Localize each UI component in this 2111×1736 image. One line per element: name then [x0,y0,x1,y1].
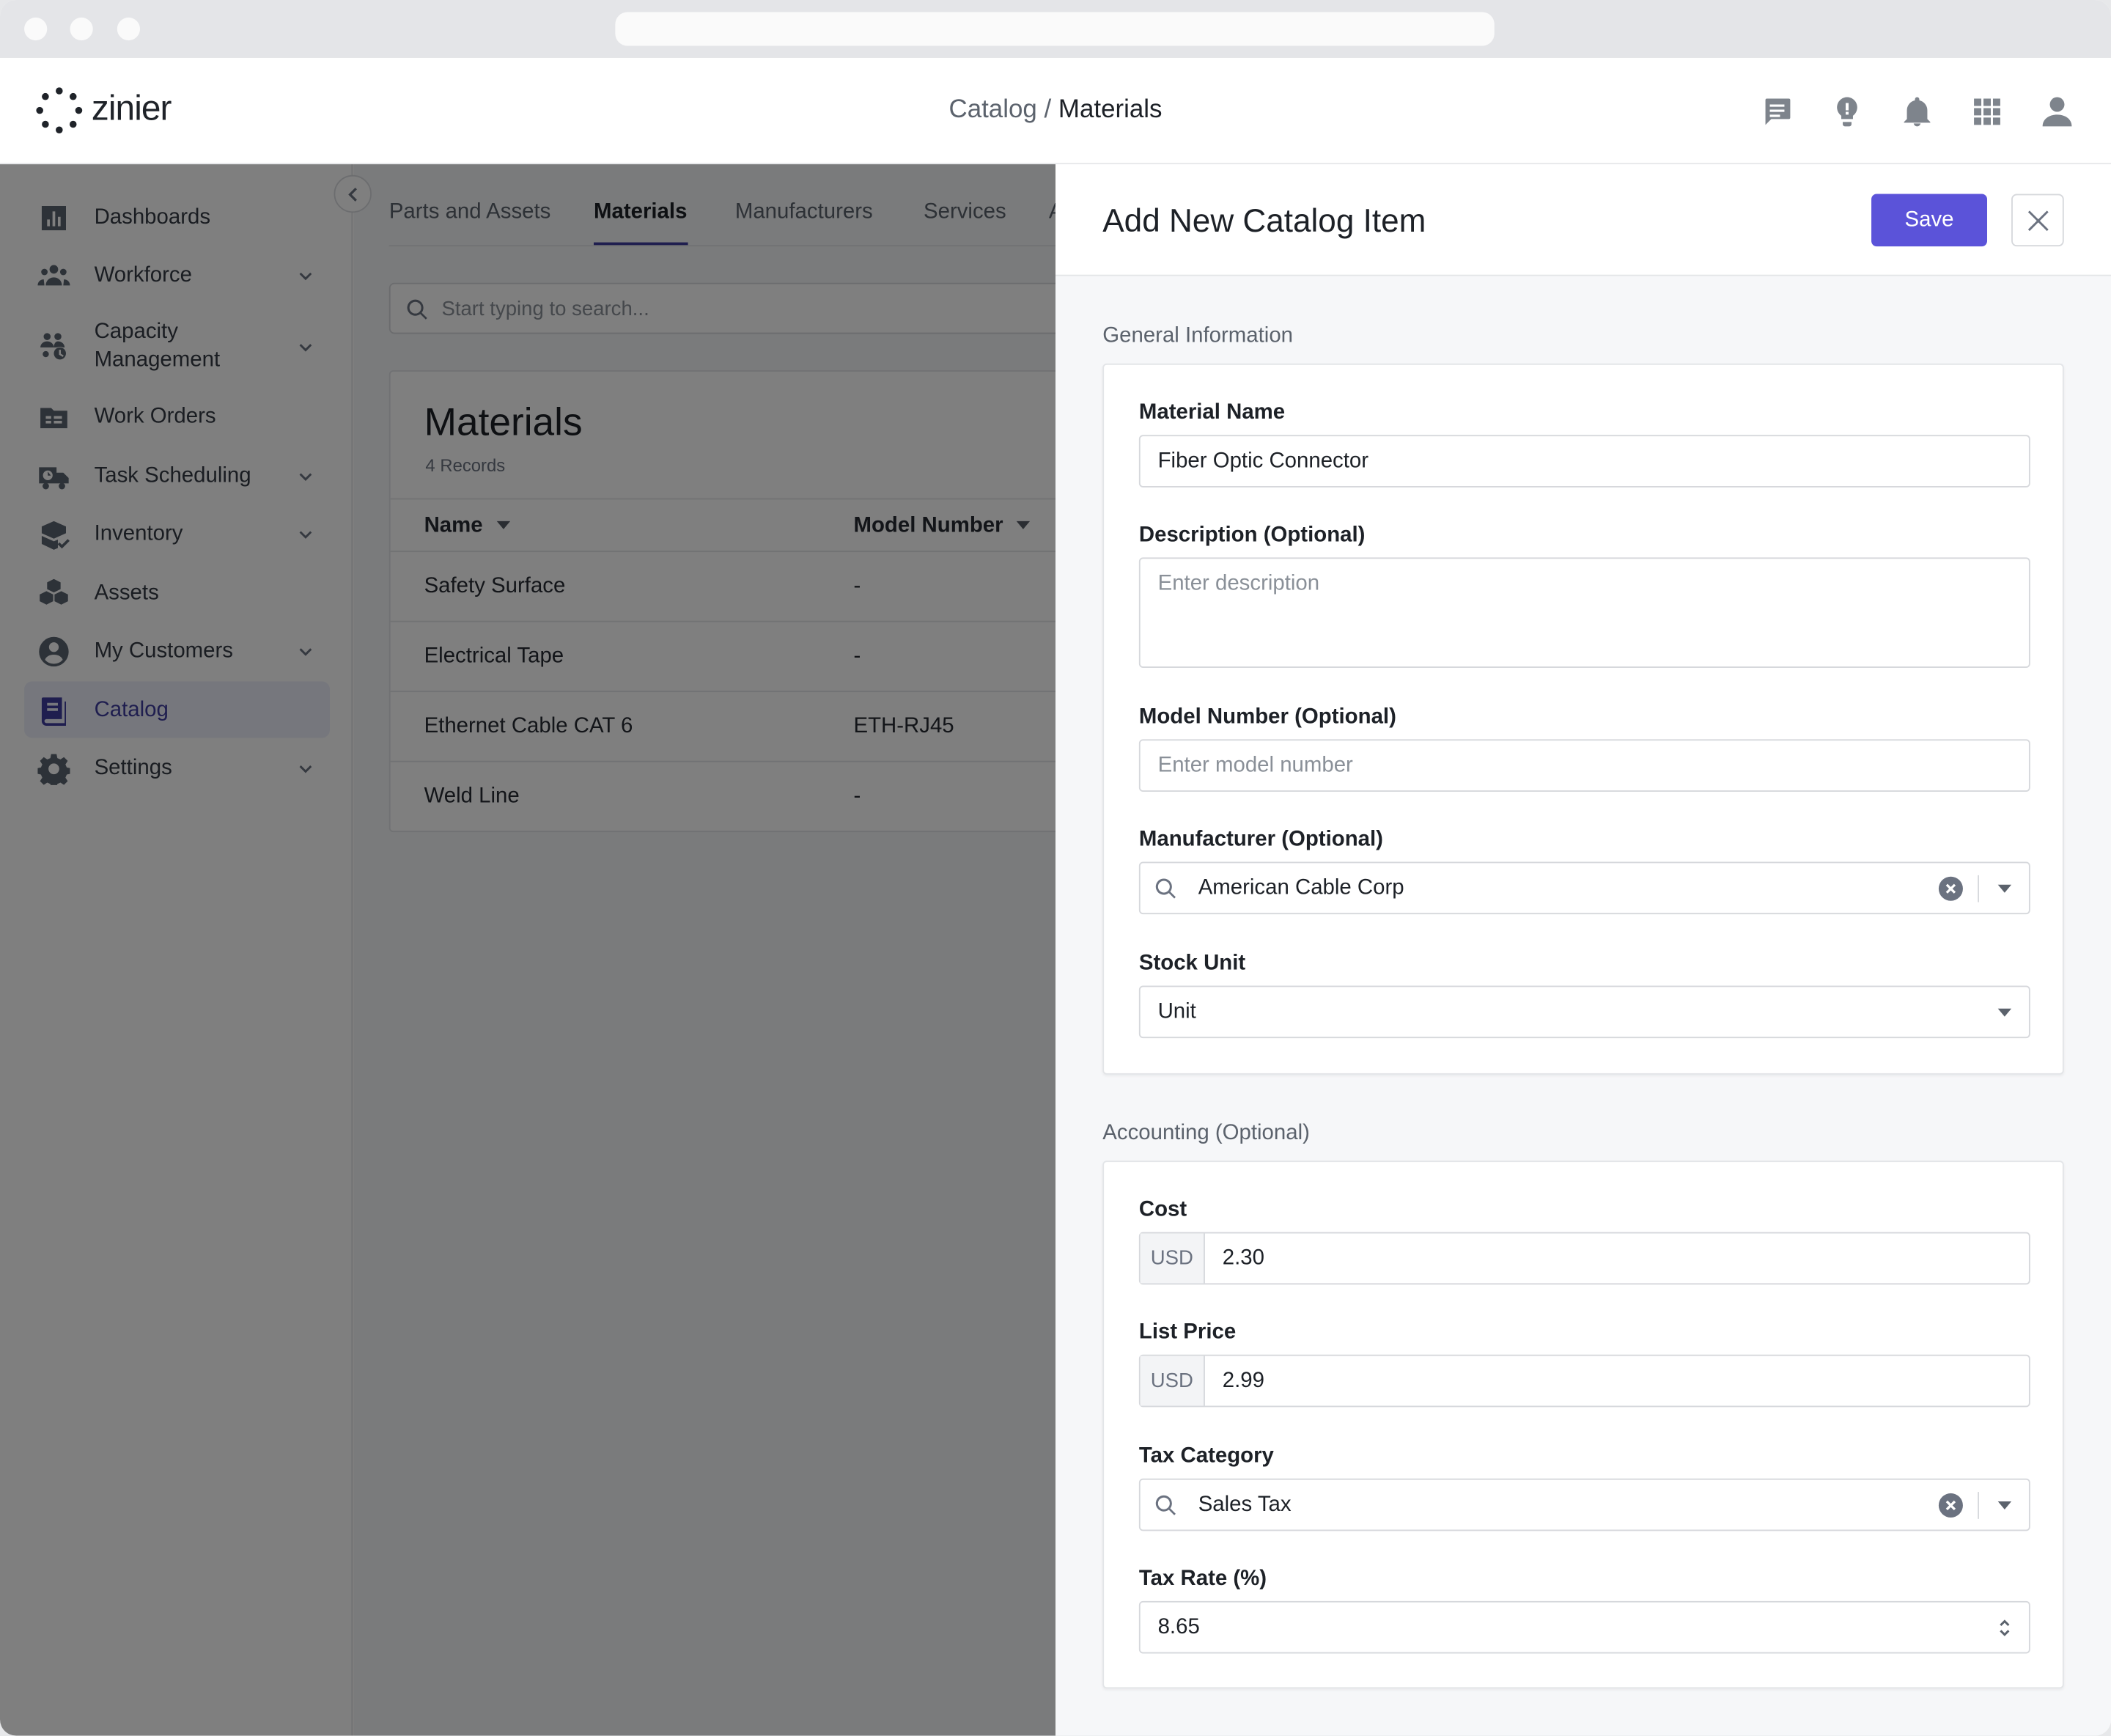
currency-prefix: USD [1140,1233,1205,1284]
tax-rate-value: 8.65 [1157,1616,1200,1639]
top-header: zinier Catalog / Materials [0,57,2111,165]
description-placeholder: Enter description [1157,572,1320,595]
tax-category-label: Tax Category [1138,1444,1274,1468]
tax-category-value: Sales Tax [1198,1493,1292,1517]
description-textarea[interactable]: Enter description [1138,557,2030,669]
cost-value: 2.30 [1222,1246,1264,1270]
modal-backdrop[interactable] [0,164,1056,1736]
model-number-field[interactable]: Enter model number [1138,739,2030,792]
app-window: zinier Catalog / Materials Dashboards Wo… [0,0,2111,1736]
currency-prefix: USD [1140,1356,1205,1406]
clear-icon[interactable] [1938,876,1963,901]
material-name-value: Fiber Optic Connector [1157,449,1369,473]
general-information-panel: Material Name Fiber Optic Connector Desc… [1102,363,2064,1075]
stock-unit-value: Unit [1157,1000,1196,1023]
close-button[interactable] [2011,194,2064,247]
accounting-panel: Cost USD 2.30 List Price USD 2.99 Tax Ca… [1102,1161,2064,1689]
model-number-placeholder: Enter model number [1157,754,1353,777]
apps-grid-icon[interactable] [1970,95,2005,130]
section-title-general: General Information [1102,324,1294,347]
close-icon [2027,210,2049,232]
chat-icon[interactable] [1760,95,1795,130]
cost-field[interactable]: USD 2.30 [1138,1232,2030,1285]
bell-icon[interactable] [1900,95,1935,130]
stock-unit-select[interactable]: Unit [1138,985,2030,1039]
breadcrumb-parent[interactable]: Catalog [948,95,1036,124]
drawer-title: Add New Catalog Item [1102,203,1426,240]
manufacturer-label: Manufacturer (Optional) [1138,828,1383,851]
stepper-icon[interactable] [1997,1617,2013,1638]
save-button[interactable]: Save [1871,194,1988,247]
manufacturer-select[interactable]: American Cable Corp [1138,861,2030,915]
model-number-label: Model Number (Optional) [1138,705,1396,729]
cost-label: Cost [1138,1198,1187,1221]
breadcrumb-separator: / [1036,95,1058,124]
drawer-header: Add New Catalog Item Save [1055,164,2111,276]
manufacturer-value: American Cable Corp [1198,876,1404,900]
stock-unit-label: Stock Unit [1138,952,1246,975]
divider [1978,1492,1979,1519]
url-bar[interactable] [615,12,1495,46]
dropdown-caret-icon[interactable] [1997,1008,2012,1017]
search-icon [1155,1495,1176,1515]
dropdown-caret-icon[interactable] [1997,884,2012,893]
user-icon[interactable] [2040,95,2075,130]
clear-icon[interactable] [1938,1493,1963,1518]
tax-category-select[interactable]: Sales Tax [1138,1478,2030,1531]
divider [1978,875,1979,902]
tax-rate-field[interactable]: 8.65 [1138,1600,2030,1654]
list-price-label: List Price [1138,1320,1237,1345]
window-minimize-dot[interactable] [70,17,93,41]
list-price-field[interactable]: USD 2.99 [1138,1354,2030,1408]
tax-rate-label: Tax Rate (%) [1138,1567,1267,1591]
material-name-field[interactable]: Fiber Optic Connector [1138,435,2030,488]
window-close-dot[interactable] [24,17,48,41]
window-maximize-dot[interactable] [117,17,141,41]
search-icon [1155,878,1176,899]
list-price-value: 2.99 [1222,1369,1264,1393]
add-catalog-item-drawer: Add New Catalog Item Save General Inform… [1055,164,2111,1736]
browser-chrome [0,0,2111,58]
material-name-label: Material Name [1138,401,1286,424]
description-label: Description (Optional) [1138,523,1366,547]
section-title-accounting: Accounting (Optional) [1102,1121,1310,1145]
breadcrumb-current: Materials [1058,95,1163,124]
dropdown-caret-icon[interactable] [1997,1501,2012,1509]
lightbulb-icon[interactable] [1830,95,1865,130]
